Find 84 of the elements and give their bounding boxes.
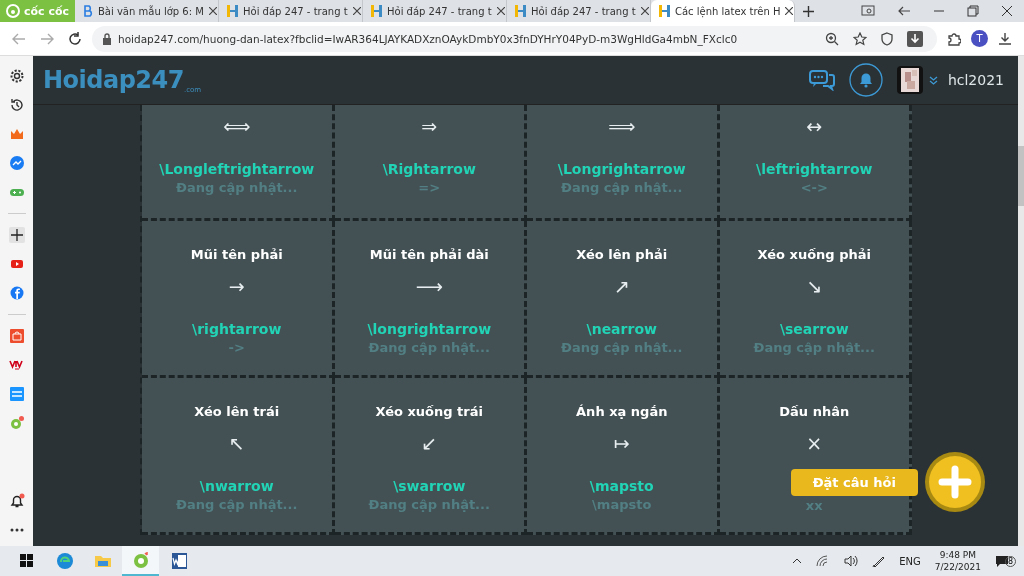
restore-icon[interactable] — [967, 5, 979, 17]
symbol-glyph: ↔ — [806, 115, 823, 139]
symbol-glyph: → — [228, 275, 245, 299]
star-icon[interactable] — [853, 31, 867, 46]
symbol-glyph: ↘ — [806, 275, 823, 299]
download-icon[interactable] — [907, 30, 923, 47]
chevron-down-icon[interactable] — [928, 75, 938, 85]
latex-command: \searrow — [779, 321, 849, 337]
symbol-title: Mũi tên phải dài — [369, 247, 489, 264]
symbol-glyph: ↖ — [228, 432, 245, 456]
history-icon[interactable] — [8, 97, 25, 113]
close-icon[interactable] — [352, 5, 361, 17]
h-letter-icon — [659, 5, 670, 17]
shortcut-text: => — [418, 180, 441, 195]
scrollbar-thumb[interactable] — [1018, 146, 1024, 206]
latex-command: \nwarrow — [199, 478, 274, 494]
latex-command: \Longleftrightarrow — [159, 161, 315, 177]
chevron-up-icon[interactable] — [792, 558, 803, 564]
date-text: 7/22/2021 — [934, 561, 981, 573]
symbol-title: Mũi tên phải — [190, 247, 283, 264]
address-field[interactable]: hoidap247.com/huong-dan-latex?fbclid=IwAR364LJAYKADXznOAykDmbY0x3fnDYHrY04PyD-m3WgHldGa4mbN_FXclc0 — [92, 25, 937, 52]
symbol-title: Xéo lên phải — [576, 247, 668, 264]
symbol-glyph: ⇒ — [421, 115, 438, 139]
shortcut-text: -> — [228, 340, 245, 355]
browser-name: cốc cốc — [24, 4, 70, 18]
back-arrow-icon[interactable] — [897, 5, 911, 17]
close-icon[interactable] — [1001, 5, 1013, 17]
latex-command: \swarrow — [393, 478, 466, 494]
symbol-glyph: ⟶ — [415, 275, 443, 299]
close-icon[interactable] — [640, 5, 649, 17]
coccoc-icon[interactable] — [8, 415, 25, 431]
zoom-icon[interactable] — [825, 31, 839, 46]
speaker-icon[interactable] — [844, 555, 859, 567]
latex-command: \rightarrow — [192, 321, 282, 337]
b-letter-icon — [83, 5, 93, 17]
latex-command: \mapsto — [589, 478, 654, 494]
url-text: hoidap247.com/huong-dan-latex?fbclid=IwAR364LJAYKADXznOAykDmbY0x3fnDYHrY04PyD-m3WgHldGa4mbN_FXclc0 — [118, 32, 738, 45]
screenshot-icon[interactable] — [861, 5, 875, 17]
plus-icon[interactable] — [803, 5, 814, 17]
symbol-title: Xéo xuống trái — [375, 404, 483, 421]
symbol-glyph: ⟹ — [608, 115, 636, 139]
symbol-title: Xéo xuống phải — [757, 247, 871, 264]
logo-text: Hoidap247 — [43, 66, 184, 94]
plus-icon[interactable] — [8, 227, 25, 243]
coccoc-icon — [6, 4, 20, 18]
latex-command: \Longrightarrow — [557, 161, 686, 177]
gear-icon[interactable] — [8, 68, 25, 84]
h-letter-icon — [227, 5, 238, 17]
close-icon[interactable] — [785, 5, 794, 17]
shopping-bag-icon[interactable] — [8, 328, 25, 344]
h-letter-icon — [515, 5, 526, 17]
chat-bubble-icon[interactable] — [8, 155, 25, 171]
clock[interactable]: 9:48 PM 7/22/2021 — [934, 549, 981, 573]
symbol-title: Dấu nhân — [779, 404, 850, 421]
shortcut-text: <-> — [800, 180, 828, 195]
chat-icon[interactable] — [808, 69, 835, 91]
time-text: 9:48 PM — [939, 549, 977, 561]
facebook-icon[interactable] — [8, 285, 25, 301]
latex-command: \longrightarrow — [367, 321, 492, 337]
download-icon[interactable] — [998, 31, 1012, 46]
symbol-glyph: ↙ — [421, 432, 438, 456]
latex-command: \leftrightarrow — [756, 161, 873, 177]
reload-icon[interactable] — [68, 31, 82, 46]
bell-icon[interactable] — [8, 493, 25, 509]
profile-avatar[interactable]: T — [971, 30, 988, 47]
close-icon[interactable] — [208, 5, 217, 17]
h-letter-icon — [371, 5, 382, 17]
shield-icon[interactable] — [881, 31, 893, 46]
symbol-title: Ánh xạ ngắn — [576, 404, 668, 421]
add-question-button[interactable] — [924, 451, 986, 513]
lock-icon — [102, 32, 112, 45]
symbol-glyph: ↦ — [613, 432, 630, 456]
latex-command: \Rightarrow — [382, 161, 476, 177]
close-icon[interactable] — [496, 5, 505, 17]
latex-command: \nearrow — [586, 321, 657, 337]
symbol-glyph: ⟺ — [223, 115, 251, 139]
username-link[interactable]: hcl2021 — [947, 72, 1004, 88]
symbol-glyph: ↗ — [613, 275, 630, 299]
language-indicator[interactable]: ENG — [899, 555, 921, 567]
symbol-glyph: × — [806, 432, 823, 456]
browser-tab[interactable]: Các lệnh latex trên H — [651, 0, 795, 22]
puzzle-icon[interactable] — [947, 31, 961, 46]
pen-icon[interactable] — [872, 554, 887, 568]
symbol-title: Xéo lên trái — [194, 404, 280, 421]
